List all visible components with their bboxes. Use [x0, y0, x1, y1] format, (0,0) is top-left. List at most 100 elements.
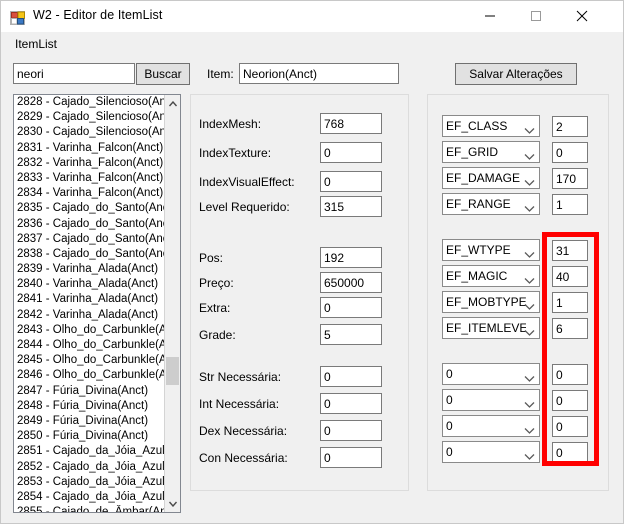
field-input[interactable]	[320, 196, 382, 217]
effect-select[interactable]: 0	[442, 415, 540, 437]
list-item[interactable]: 2850 - Fúria_Divina(Anct)	[14, 429, 166, 444]
list-item[interactable]: 2828 - Cajado_Silencioso(Anct)	[14, 95, 166, 110]
effect-select-value: EF_RANGE	[446, 197, 511, 211]
effect-value-input[interactable]	[552, 116, 588, 137]
chevron-down-icon[interactable]	[524, 174, 535, 192]
effect-value-input[interactable]	[552, 292, 588, 313]
field-input[interactable]	[320, 420, 382, 441]
effect-value-input[interactable]	[552, 442, 588, 463]
list-item[interactable]: 2846 - Olho_do_Carbunkle(Anc	[14, 368, 166, 383]
effect-select[interactable]: 0	[442, 441, 540, 463]
field-label: Dex Necessária:	[199, 424, 288, 438]
effect-select-value: EF_GRID	[446, 145, 499, 159]
list-item[interactable]: 2851 - Cajado_da_Jóia_Azul(Ar	[14, 444, 166, 459]
list-item[interactable]: 2832 - Varinha_Falcon(Anct)	[14, 156, 166, 171]
effect-value-input[interactable]	[552, 318, 588, 339]
list-item[interactable]: 2842 - Varinha_Alada(Anct)	[14, 308, 166, 323]
effect-select[interactable]: EF_CLASS	[442, 115, 540, 137]
chevron-down-icon[interactable]	[524, 200, 535, 218]
list-item[interactable]: 2840 - Varinha_Alada(Anct)	[14, 277, 166, 292]
list-item[interactable]: 2844 - Olho_do_Carbunkle(Anc	[14, 338, 166, 353]
save-changes-button[interactable]: Salvar Alterações	[455, 63, 577, 85]
list-item[interactable]: 2847 - Fúria_Divina(Anct)	[14, 384, 166, 399]
field-input[interactable]	[320, 272, 382, 293]
list-item[interactable]: 2843 - Olho_do_Carbunkle(Anc	[14, 323, 166, 338]
effect-value-input[interactable]	[552, 266, 588, 287]
list-item[interactable]: 2848 - Fúria_Divina(Anct)	[14, 399, 166, 414]
effect-select-value: 0	[446, 367, 453, 381]
chevron-down-icon[interactable]	[524, 148, 535, 166]
search-button[interactable]: Buscar	[136, 63, 190, 85]
list-item[interactable]: 2855 - Cajado_de_Âmbar(Anct)	[14, 505, 166, 512]
effect-select[interactable]: EF_MAGIC	[442, 265, 540, 287]
effect-select[interactable]: EF_RANGE	[442, 193, 540, 215]
field-label: Str Necessária:	[199, 370, 282, 384]
list-item[interactable]: 2853 - Cajado_da_Jóia_Azul(Ar	[14, 475, 166, 490]
effect-select[interactable]: 0	[442, 363, 540, 385]
effect-value-input[interactable]	[552, 168, 588, 189]
list-item[interactable]: 2849 - Fúria_Divina(Anct)	[14, 414, 166, 429]
effect-value-input[interactable]	[552, 364, 588, 385]
field-input[interactable]	[320, 393, 382, 414]
list-item[interactable]: 2835 - Cajado_do_Santo(Anct)	[14, 201, 166, 216]
effect-value-input[interactable]	[552, 240, 588, 261]
effect-select[interactable]: EF_MOBTYPE	[442, 291, 540, 313]
effect-select[interactable]: 0	[442, 389, 540, 411]
list-item[interactable]: 2829 - Cajado_Silencioso(Anct)	[14, 110, 166, 125]
list-item[interactable]: 2834 - Varinha_Falcon(Anct)	[14, 186, 166, 201]
effect-select[interactable]: EF_ITEMLEVEL	[442, 317, 540, 339]
effect-select[interactable]: EF_GRID	[442, 141, 540, 163]
chevron-down-icon[interactable]	[524, 298, 535, 316]
scroll-down-icon[interactable]	[165, 495, 180, 512]
effect-select[interactable]: EF_DAMAGE	[442, 167, 540, 189]
list-item[interactable]: 2837 - Cajado_do_Santo(Anct)	[14, 232, 166, 247]
field-input[interactable]	[320, 297, 382, 318]
field-label: Int Necessária:	[199, 397, 280, 411]
item-name-input[interactable]	[239, 63, 399, 84]
listbox-scrollbar[interactable]	[164, 95, 180, 512]
chevron-down-icon[interactable]	[524, 370, 535, 388]
field-label: Preço:	[199, 276, 234, 290]
chevron-down-icon[interactable]	[524, 448, 535, 466]
field-label: Grade:	[199, 328, 236, 342]
effect-select-value: 0	[446, 419, 453, 433]
list-item[interactable]: 2839 - Varinha_Alada(Anct)	[14, 262, 166, 277]
chevron-down-icon[interactable]	[524, 422, 535, 440]
field-input[interactable]	[320, 366, 382, 387]
chevron-down-icon[interactable]	[524, 396, 535, 414]
field-input[interactable]	[320, 247, 382, 268]
list-item[interactable]: 2831 - Varinha_Falcon(Anct)	[14, 141, 166, 156]
minimize-button[interactable]	[467, 1, 513, 31]
field-input[interactable]	[320, 324, 382, 345]
chevron-down-icon[interactable]	[524, 122, 535, 140]
effect-value-input[interactable]	[552, 194, 588, 215]
scrollbar-thumb[interactable]	[166, 357, 179, 385]
list-item[interactable]: 2836 - Cajado_do_Santo(Anct)	[14, 217, 166, 232]
effect-select[interactable]: EF_WTYPE	[442, 239, 540, 261]
field-input[interactable]	[320, 447, 382, 468]
field-input[interactable]	[320, 113, 382, 134]
list-item[interactable]: 2852 - Cajado_da_Jóia_Azul(Ar	[14, 460, 166, 475]
field-input[interactable]	[320, 142, 382, 163]
list-item[interactable]: 2833 - Varinha_Falcon(Anct)	[14, 171, 166, 186]
scroll-up-icon[interactable]	[165, 95, 180, 112]
list-item[interactable]: 2838 - Cajado_do_Santo(Anct)	[14, 247, 166, 262]
search-input[interactable]	[13, 63, 135, 84]
chevron-down-icon[interactable]	[524, 272, 535, 290]
list-item[interactable]: 2830 - Cajado_Silencioso(Anct)	[14, 125, 166, 140]
list-item[interactable]: 2845 - Olho_do_Carbunkle(Anc	[14, 353, 166, 368]
effect-value-input[interactable]	[552, 416, 588, 437]
close-button[interactable]	[559, 1, 605, 31]
field-input[interactable]	[320, 171, 382, 192]
effect-value-input[interactable]	[552, 142, 588, 163]
list-item[interactable]: 2841 - Varinha_Alada(Anct)	[14, 292, 166, 307]
chevron-down-icon[interactable]	[524, 324, 535, 342]
list-item[interactable]: 2854 - Cajado_da_Jóia_Azul(Ar	[14, 490, 166, 505]
chevron-down-icon[interactable]	[524, 246, 535, 264]
menu-item-itemlist[interactable]: ItemList	[9, 35, 63, 53]
maximize-button[interactable]	[513, 1, 559, 31]
item-listbox[interactable]: 2828 - Cajado_Silencioso(Anct) 2829 - Caj…	[13, 94, 181, 513]
effect-select-value: 0	[446, 393, 453, 407]
item-label: Item:	[207, 67, 234, 81]
effect-value-input[interactable]	[552, 390, 588, 411]
